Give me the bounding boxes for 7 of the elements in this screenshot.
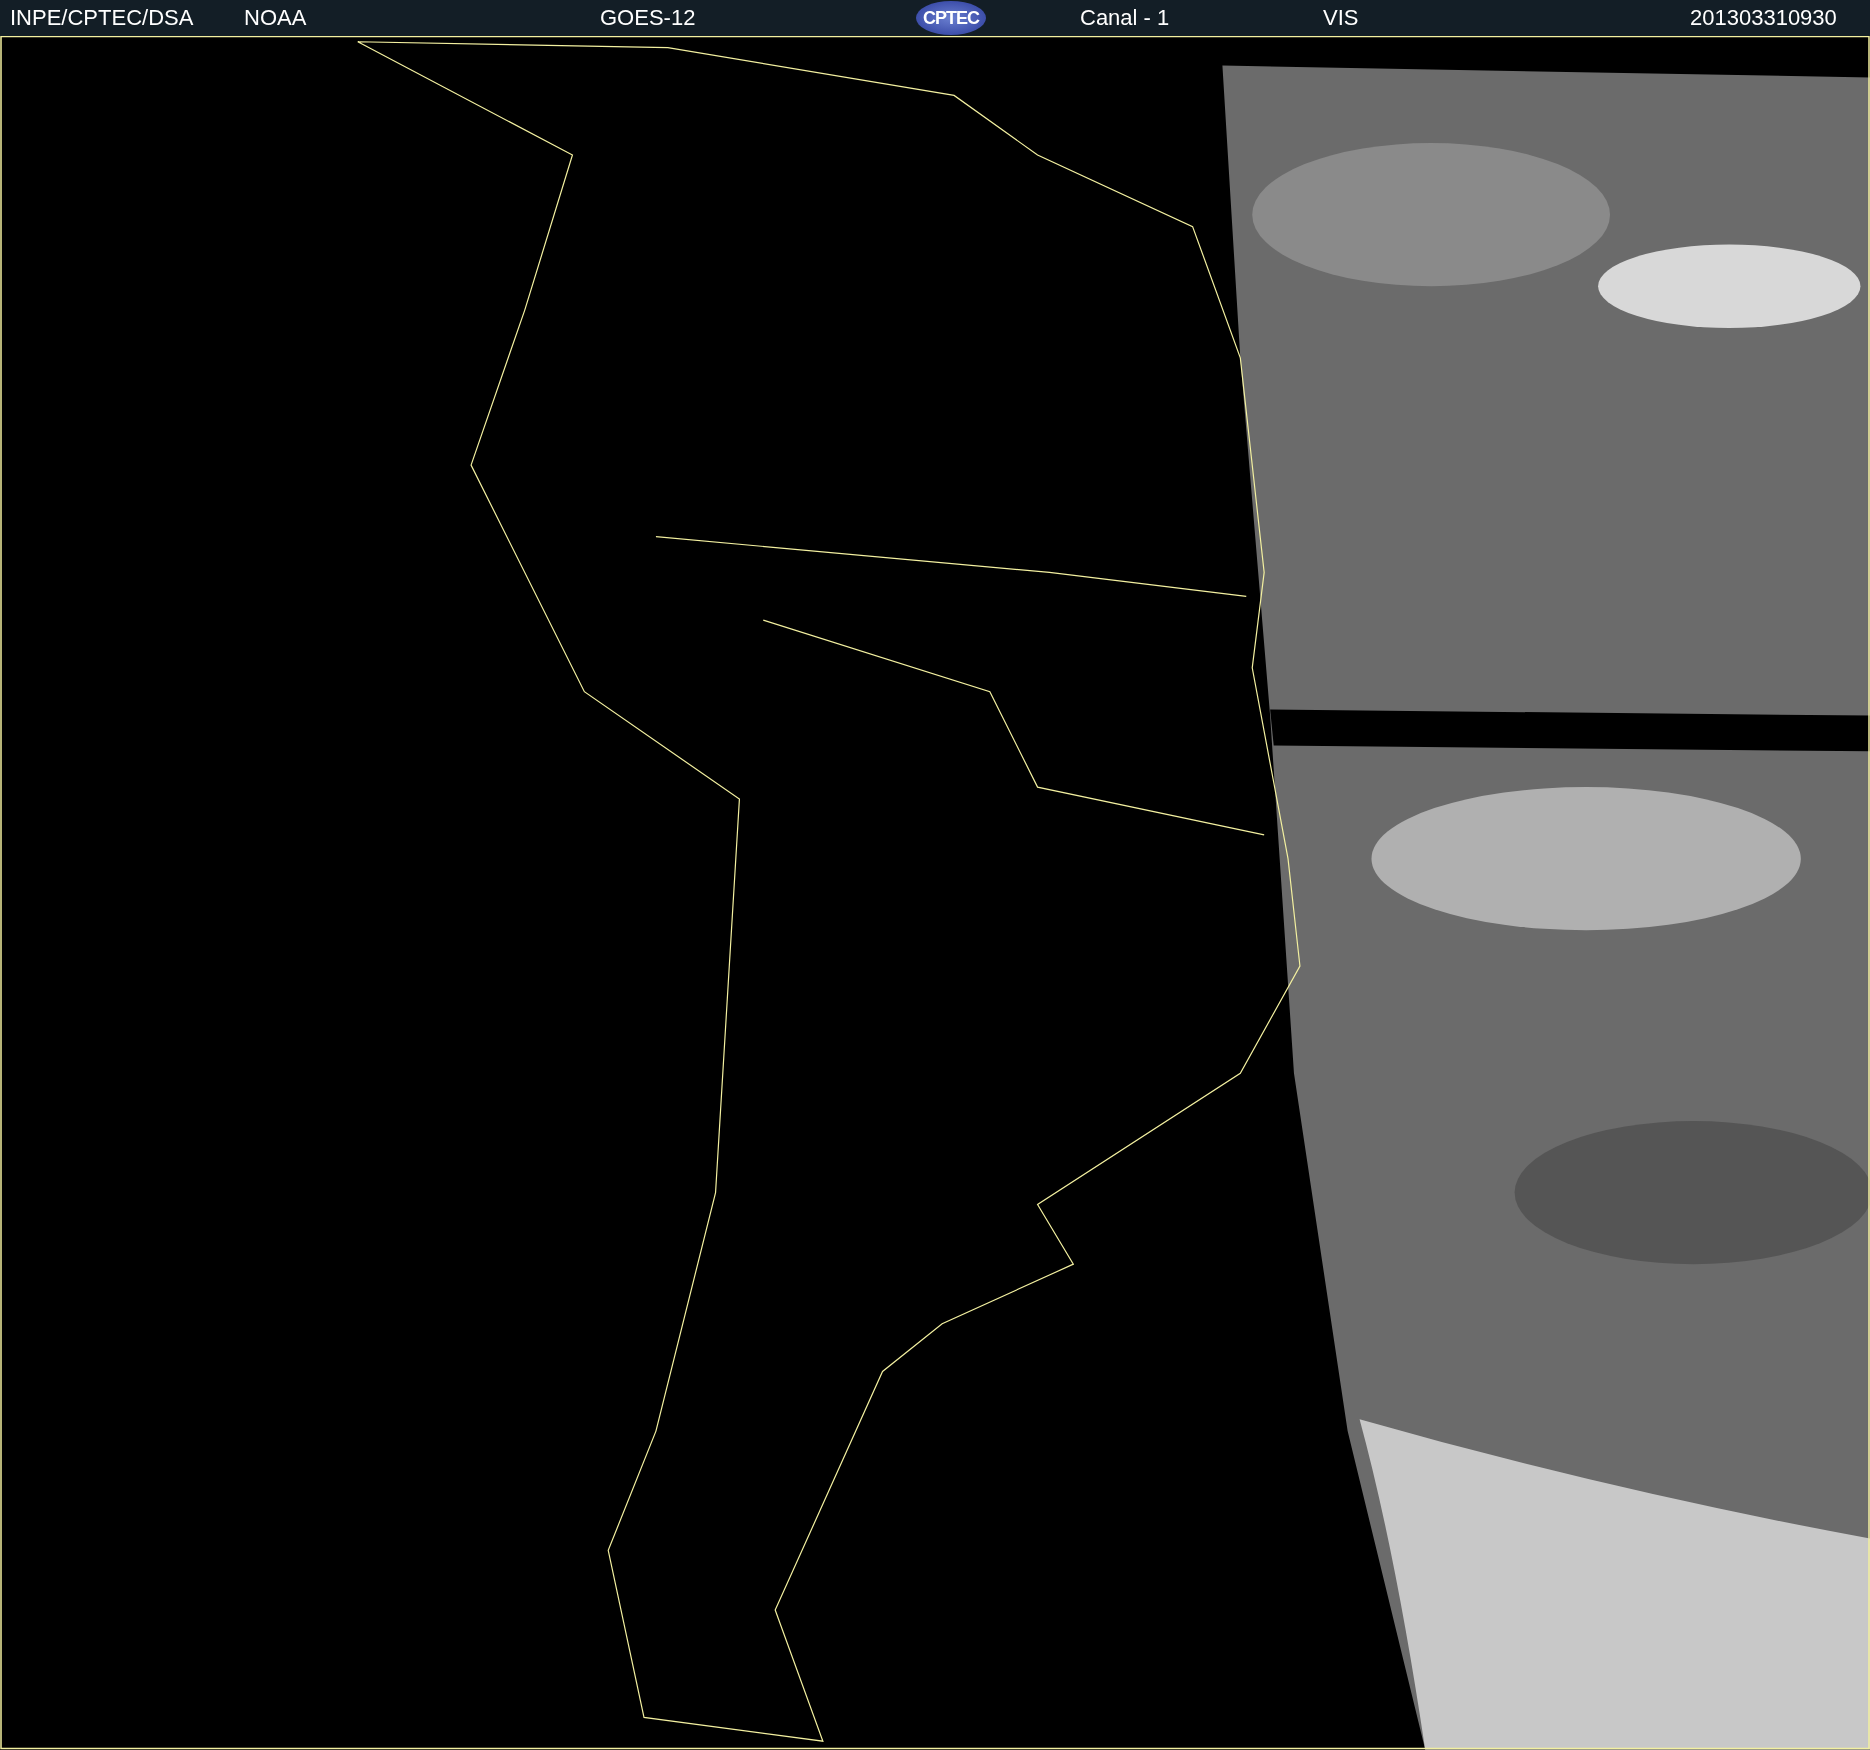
header-label: GOES-12: [600, 4, 696, 32]
header-label: INPE/CPTEC/DSA: [10, 4, 194, 32]
header-label: NOAA: [244, 4, 307, 32]
header-label: VIS: [1323, 4, 1359, 32]
header-label: 201303310930: [1690, 4, 1837, 32]
header-label: Canal - 1: [1080, 4, 1170, 32]
logo: CPTEC: [916, 1, 986, 35]
